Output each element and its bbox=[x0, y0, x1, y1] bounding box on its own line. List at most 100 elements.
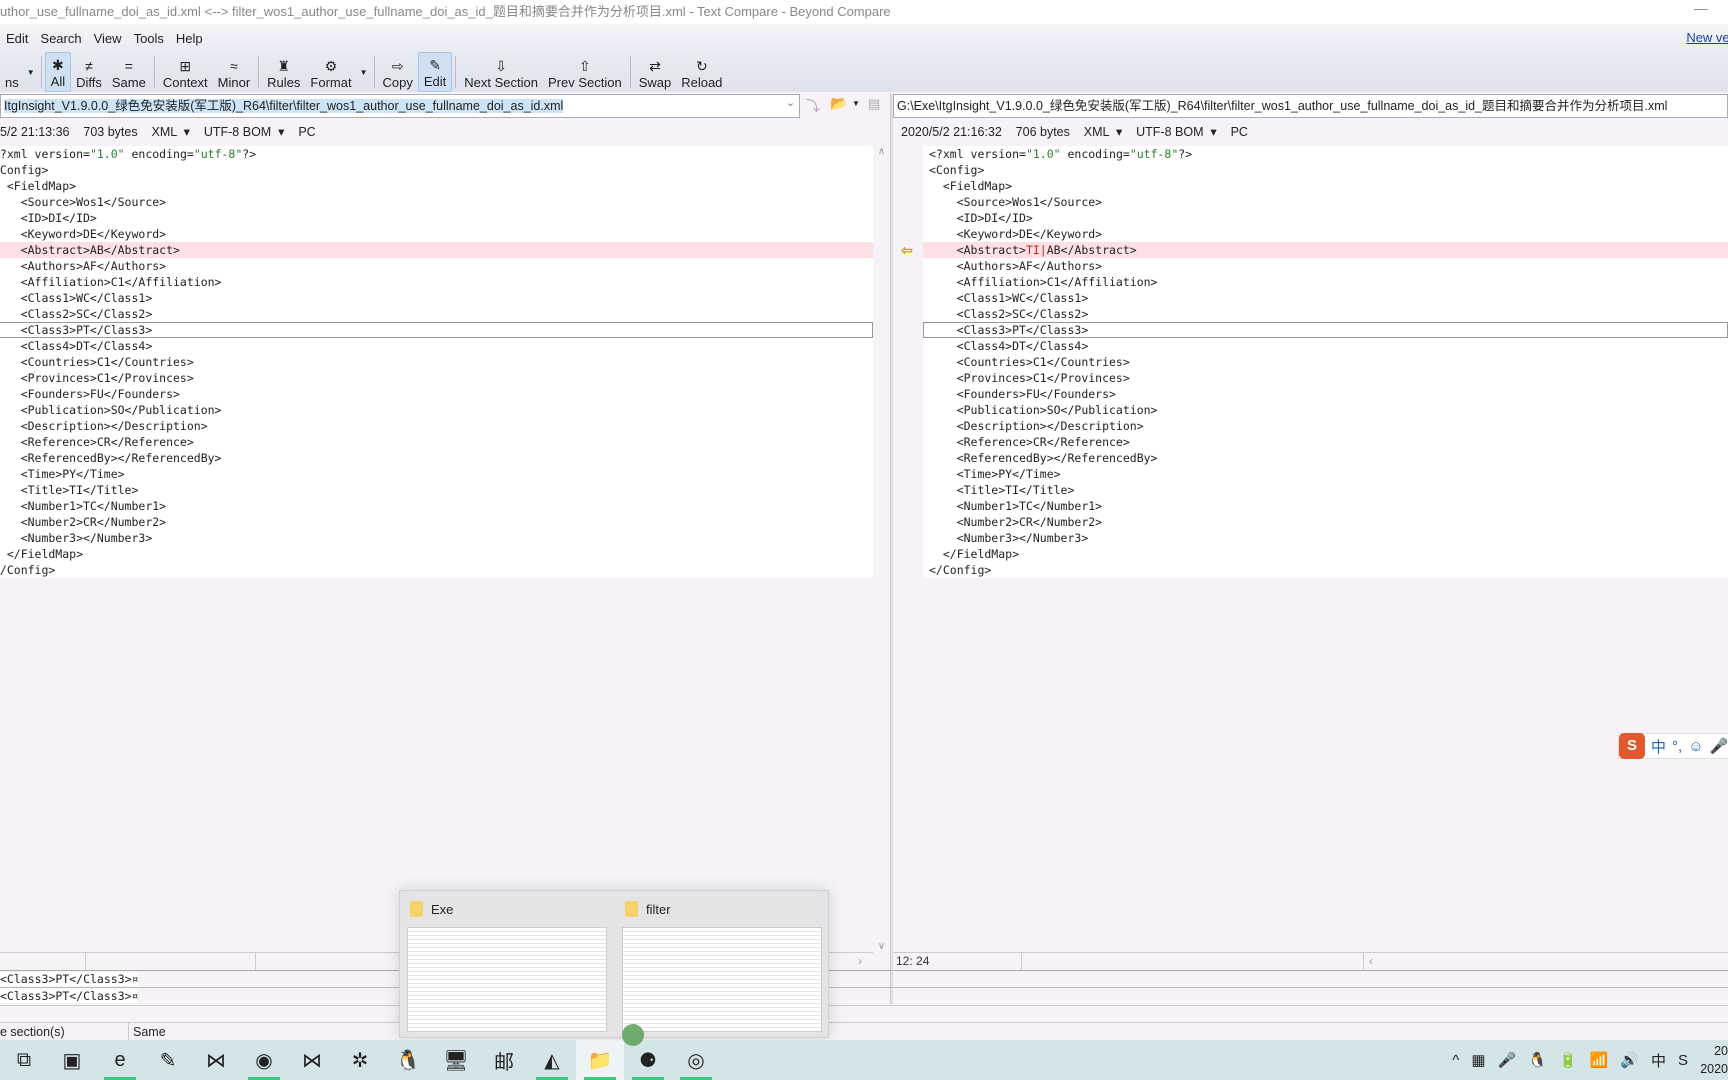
right-text-pane[interactable]: <?xml version="1.0" encoding="utf-8"?> <C… bbox=[923, 146, 1728, 952]
code-text: <Config> bbox=[929, 163, 985, 177]
ime-chinese-mode-icon[interactable]: 中 bbox=[1651, 736, 1666, 757]
prev-section-button[interactable]: ⇧ Prev Section bbox=[543, 52, 627, 92]
visual-studio-icon[interactable]: ⋈ bbox=[192, 1040, 240, 1080]
balls-app-icon[interactable]: ⚈ bbox=[624, 1040, 672, 1080]
attribute-value: "1.0" bbox=[1025, 147, 1061, 161]
scroll-down-icon[interactable]: ∨ bbox=[873, 941, 890, 952]
left-text-pane[interactable]: <?xml version="1.0" encoding="utf-8"?><C… bbox=[0, 146, 873, 952]
button-label: Edit bbox=[423, 74, 447, 89]
remote-desktop-icon[interactable]: 🖥 bbox=[432, 1040, 480, 1080]
ime-emoji-icon[interactable]: ☺ bbox=[1688, 738, 1703, 755]
code-text: <Keyword>DE</Keyword> bbox=[929, 227, 1103, 241]
battery-icon[interactable]: 🔋 bbox=[1559, 1051, 1578, 1069]
button-label: Format bbox=[310, 75, 352, 90]
all-button[interactable]: ✱ All bbox=[44, 52, 72, 92]
system-tray: ^ ▦ 🎤 🐧 🔋 📶 🔊 中 S bbox=[1452, 1040, 1688, 1080]
input-method-icon[interactable]: 中 bbox=[1651, 1050, 1666, 1071]
scroll-up-icon[interactable]: ∧ bbox=[873, 146, 890, 157]
show-hidden-icons[interactable]: ^ bbox=[1452, 1052, 1459, 1069]
minor-button[interactable]: ≈ Minor bbox=[213, 52, 256, 92]
code-text: <Provinces>C1</Provinces> bbox=[929, 371, 1130, 385]
code-line: <Number3></Number3> bbox=[0, 530, 873, 546]
button-label: Swap bbox=[638, 75, 672, 90]
scroll-left-icon[interactable]: ‹ bbox=[1369, 953, 1373, 970]
left-open-folder-icon[interactable]: 📂 bbox=[830, 95, 847, 112]
dropdown-arrow-icon[interactable]: ▼ bbox=[24, 68, 38, 77]
disc-app-icon[interactable]: ◎ bbox=[672, 1040, 720, 1080]
ime-toolbar[interactable]: S 中 °, ☺ 🎤 bbox=[1618, 733, 1728, 759]
control-panel-icon[interactable]: ▣ bbox=[48, 1040, 96, 1080]
menu-tools[interactable]: Tools bbox=[128, 31, 170, 46]
chrome-icon[interactable]: ◉ bbox=[240, 1040, 288, 1080]
browser-e-icon[interactable]: e bbox=[96, 1040, 144, 1080]
ime-punctuation-icon[interactable]: °, bbox=[1672, 738, 1682, 755]
menu-edit[interactable]: Edit bbox=[0, 31, 34, 46]
diffs-button[interactable]: ≠ Diffs bbox=[71, 52, 107, 92]
sogou-tray-icon[interactable]: S bbox=[1678, 1052, 1688, 1069]
line-compare-right-text: <Class3>PT</Class3>¤ bbox=[0, 989, 139, 1003]
code-text: <Class3>PT</Class3> bbox=[0, 323, 153, 337]
microphone-icon[interactable]: 🎤 bbox=[1498, 1051, 1517, 1069]
same-button[interactable]: = Same bbox=[107, 52, 151, 92]
code-text: <Class3>PT</Class3> bbox=[929, 323, 1089, 337]
menu-search[interactable]: Search bbox=[34, 31, 87, 46]
thumbnail-exe[interactable]: Exe bbox=[400, 891, 607, 1039]
thumbnail-title: filter bbox=[646, 901, 671, 917]
right-path-text: G:\Exe\ItgInsight_V1.9.0.0_绿色免安装版(军工版)_R… bbox=[897, 99, 1668, 113]
attribute-value: "utf-8" bbox=[193, 147, 243, 161]
dropdown-arrow-icon[interactable]: ▼ bbox=[357, 68, 371, 77]
left-save-icon[interactable]: ▤ bbox=[868, 96, 880, 112]
format-button[interactable]: ⚙ Format bbox=[305, 52, 356, 92]
scroll-right-icon[interactable]: › bbox=[858, 953, 862, 970]
rules-button[interactable]: ♜ Rules bbox=[262, 52, 305, 92]
qq-icon[interactable]: 🐧 bbox=[384, 1040, 432, 1080]
task-view-icon[interactable]: ⧉ bbox=[0, 1040, 48, 1080]
button-label: Reload bbox=[681, 75, 723, 90]
thumbnail-preview[interactable] bbox=[622, 927, 822, 1032]
media-player-icon[interactable]: ✲ bbox=[336, 1040, 384, 1080]
app-icon[interactable]: ◭ bbox=[528, 1040, 576, 1080]
copy-button[interactable]: ⇨ Copy bbox=[378, 52, 418, 92]
toolbar-separator bbox=[373, 56, 375, 88]
ns-button[interactable]: ns bbox=[0, 52, 24, 92]
status-sections: e section(s) bbox=[0, 1025, 65, 1039]
tray-app-icon[interactable]: ▦ bbox=[1471, 1051, 1485, 1069]
thumbnail-preview[interactable] bbox=[407, 927, 607, 1032]
qq-tray-icon[interactable]: 🐧 bbox=[1528, 1051, 1547, 1069]
reload-button[interactable]: ↻ Reload bbox=[676, 52, 727, 92]
thumbnail-filter[interactable]: filter bbox=[615, 891, 822, 1039]
menu-view[interactable]: View bbox=[88, 31, 128, 46]
left-path-dropdown[interactable]: ⌄ bbox=[786, 96, 795, 109]
ime-voice-icon[interactable]: 🎤 bbox=[1710, 737, 1728, 755]
next-section-button[interactable]: ⇩ Next Section bbox=[459, 52, 543, 92]
vertical-scrollbar[interactable]: ∧ ∨ bbox=[873, 146, 890, 952]
left-path-input[interactable]: ItgInsight_V1.9.0.0_绿色免安装版(军工版)_R64\filt… bbox=[0, 94, 800, 118]
left-open-dropdown[interactable]: ▼ bbox=[852, 99, 860, 108]
new-version-link[interactable]: New ver bbox=[1686, 30, 1728, 45]
file-explorer-icon[interactable]: 📁 bbox=[576, 1040, 624, 1080]
code-text: <ReferencedBy></ReferencedBy> bbox=[0, 451, 222, 465]
context-button[interactable]: ⊞ Context bbox=[158, 52, 213, 92]
line-compare-left-text: <Class3>PT</Class3>¤ bbox=[0, 972, 139, 986]
clock[interactable]: 20 2020 bbox=[1700, 1042, 1728, 1078]
code-text: <FieldMap> bbox=[929, 179, 1013, 193]
right-path-input[interactable]: G:\Exe\ItgInsight_V1.9.0.0_绿色免安装版(军工版)_R… bbox=[893, 94, 1728, 118]
swap-button[interactable]: ⇄ Swap bbox=[634, 52, 677, 92]
volume-icon[interactable]: 🔊 bbox=[1620, 1051, 1639, 1069]
visual-studio-2-icon[interactable]: ⋈ bbox=[288, 1040, 336, 1080]
menu-help[interactable]: Help bbox=[170, 31, 209, 46]
clock-line: 2020 bbox=[1700, 1062, 1728, 1076]
toolbar-separator bbox=[455, 56, 457, 88]
copy-to-left-arrow-icon[interactable]: ⇦ bbox=[901, 242, 913, 258]
wifi-icon[interactable]: 📶 bbox=[1590, 1051, 1609, 1069]
code-text: <?xml version= bbox=[929, 147, 1026, 161]
notepad-icon[interactable]: ✎ bbox=[144, 1040, 192, 1080]
folder-icon bbox=[410, 901, 423, 917]
code-line: <Class4>DT</Class4> bbox=[923, 338, 1728, 354]
minimize-button[interactable]: — bbox=[1694, 0, 1708, 16]
left-refresh-icon[interactable]: ⤵ bbox=[806, 96, 820, 116]
thumbnail-title: Exe bbox=[431, 901, 454, 917]
code-line: </FieldMap> bbox=[923, 546, 1728, 562]
mail-icon[interactable]: 邮 bbox=[480, 1040, 528, 1080]
edit-button[interactable]: ✎ Edit bbox=[417, 52, 453, 92]
